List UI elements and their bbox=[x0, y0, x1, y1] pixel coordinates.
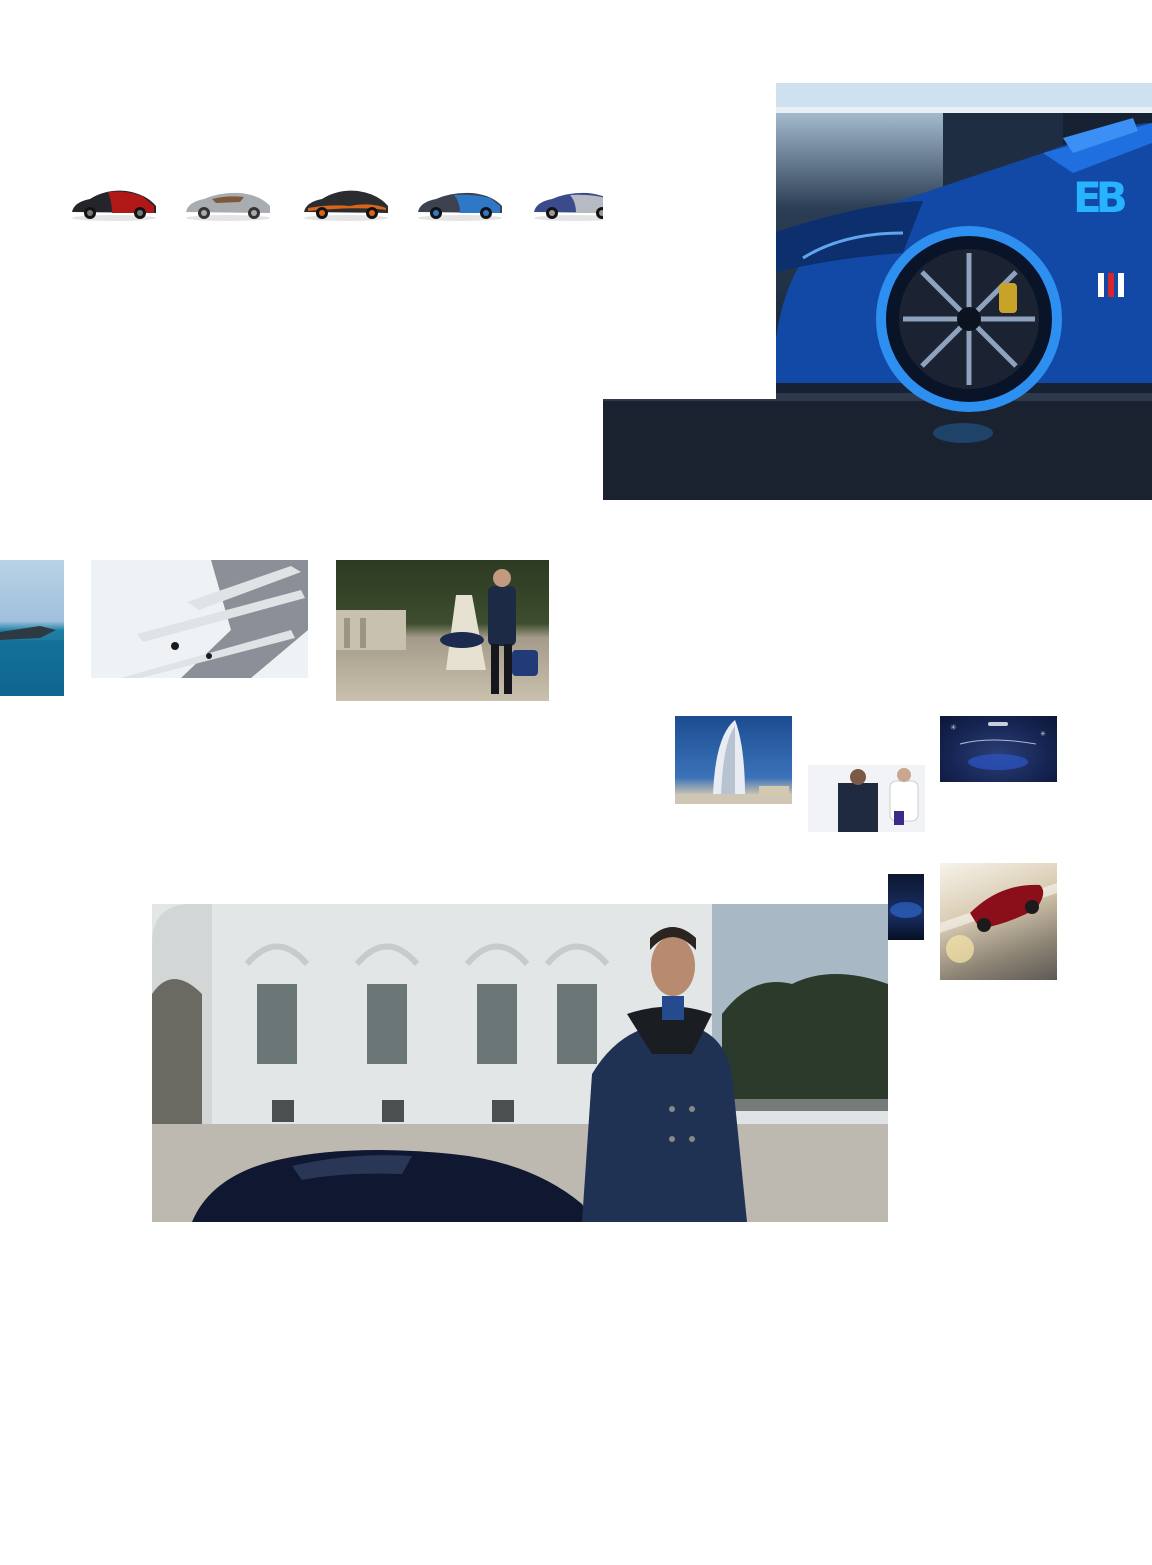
alpine-road-image[interactable] bbox=[91, 560, 308, 678]
red-car-speed-image[interactable] bbox=[940, 863, 1057, 980]
model-thumb-red-black[interactable] bbox=[68, 184, 160, 222]
svg-text:✳: ✳ bbox=[950, 723, 957, 732]
model-thumb-orange-black[interactable] bbox=[300, 184, 392, 222]
model-thumb-silver-gray[interactable] bbox=[182, 184, 274, 222]
burj-al-arab-image[interactable] bbox=[675, 716, 792, 804]
brand-logo: EB bbox=[1073, 173, 1128, 222]
sea-yacht-image[interactable] bbox=[0, 560, 64, 696]
winter-couple-image[interactable] bbox=[808, 765, 925, 832]
garden-man-car-image[interactable] bbox=[336, 560, 549, 701]
dark-car-image[interactable] bbox=[888, 874, 924, 940]
model-thumb-blue-gray[interactable] bbox=[414, 184, 506, 222]
holiday-card-image[interactable]: ✳ ✳ bbox=[940, 716, 1057, 782]
svg-text:✳: ✳ bbox=[1040, 730, 1046, 738]
man-palace-car-banner[interactable] bbox=[152, 904, 888, 1222]
hero-white-overlay bbox=[603, 83, 776, 399]
